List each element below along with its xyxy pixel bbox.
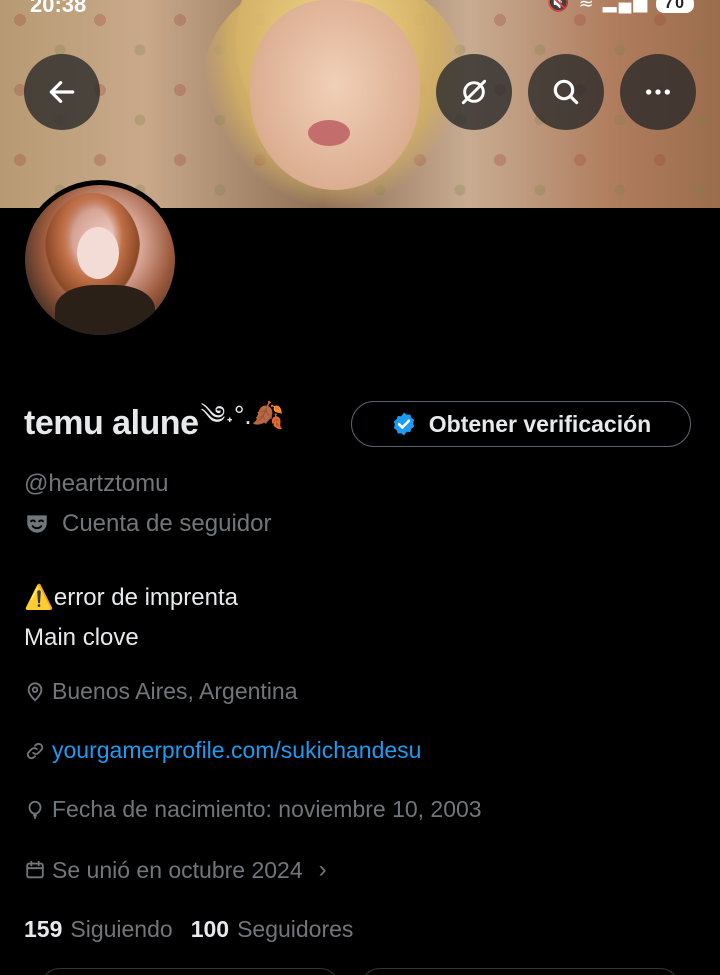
avatar-face xyxy=(77,227,119,279)
battery-indicator: 70 xyxy=(656,0,694,13)
more-button[interactable] xyxy=(620,54,696,130)
profile-banner[interactable] xyxy=(0,0,720,208)
back-arrow-icon xyxy=(49,81,75,103)
bio: ⚠️error de imprenta Main clove xyxy=(24,578,238,658)
bio-line-2: Main clove xyxy=(24,624,139,651)
name-decoration: ༄˖°.🍂 xyxy=(200,399,284,430)
grok-icon xyxy=(461,79,487,105)
following-count[interactable]: 159 xyxy=(24,916,62,943)
mask-icon xyxy=(27,515,47,533)
get-verified-label: Obtener verificación xyxy=(428,410,652,437)
website-link[interactable]: yourgamerprofile.com/sukichandesu xyxy=(52,737,421,764)
back-button[interactable] xyxy=(24,54,100,130)
status-bar: 20:38 🔇 ≋ ▂▄▆ 70 xyxy=(0,0,720,18)
get-verified-button[interactable]: Obtener verificación xyxy=(351,401,691,447)
wifi-icon: ≋ xyxy=(578,0,596,12)
website-row[interactable]: yourgamerprofile.com/sukichandesu xyxy=(24,737,421,764)
banner-lips xyxy=(308,120,350,146)
bottom-pill-button-2[interactable] xyxy=(360,968,680,975)
avatar-image xyxy=(25,185,175,335)
signal-icon: ▂▄▆ xyxy=(602,0,650,12)
verified-badge-icon xyxy=(393,412,414,436)
bottom-pill-button-1[interactable] xyxy=(40,968,340,975)
birthday-text: Fecha de nacimiento: noviembre 10, 2003 xyxy=(52,796,482,822)
calendar-icon xyxy=(26,860,44,879)
status-time: 20:38 xyxy=(30,0,87,17)
chevron-right-icon: › xyxy=(318,856,327,883)
search-icon xyxy=(553,79,579,105)
banner-face xyxy=(250,0,420,190)
search-button[interactable] xyxy=(528,54,604,130)
display-name: temu alune xyxy=(24,403,199,442)
name-row: temu alune ༄˖°.🍂 xyxy=(24,400,284,446)
followers-label[interactable]: Seguidores xyxy=(237,916,353,943)
parody-label-row: Cuenta de seguidor xyxy=(24,510,271,538)
location-row: Buenos Aires, Argentina xyxy=(24,678,298,705)
joined-row[interactable]: Se unió en octubre 2024 › xyxy=(24,856,327,884)
link-icon xyxy=(26,742,44,759)
follow-stats: 159 Siguiendo 100 Seguidores xyxy=(24,916,371,943)
more-icon xyxy=(646,89,670,95)
avatar-coat xyxy=(55,285,155,335)
joined-text: Se unió en octubre 2024 xyxy=(52,856,303,883)
status-icons: 🔇 ≋ ▂▄▆ 70 xyxy=(547,0,694,13)
bio-line-1: ⚠️error de imprenta xyxy=(24,584,238,611)
avatar[interactable] xyxy=(20,180,180,340)
parody-label: Cuenta de seguidor xyxy=(62,510,272,537)
birthday-row: Fecha de nacimiento: noviembre 10, 2003 xyxy=(24,796,482,823)
location-text: Buenos Aires, Argentina xyxy=(52,678,298,704)
mute-icon: 🔇 xyxy=(547,0,572,12)
user-handle: @heartztomu xyxy=(24,470,169,497)
following-label[interactable]: Siguiendo xyxy=(70,916,172,943)
grok-button[interactable] xyxy=(436,54,512,130)
location-pin-icon xyxy=(27,681,43,701)
balloon-icon xyxy=(28,800,42,819)
followers-count[interactable]: 100 xyxy=(191,916,229,943)
